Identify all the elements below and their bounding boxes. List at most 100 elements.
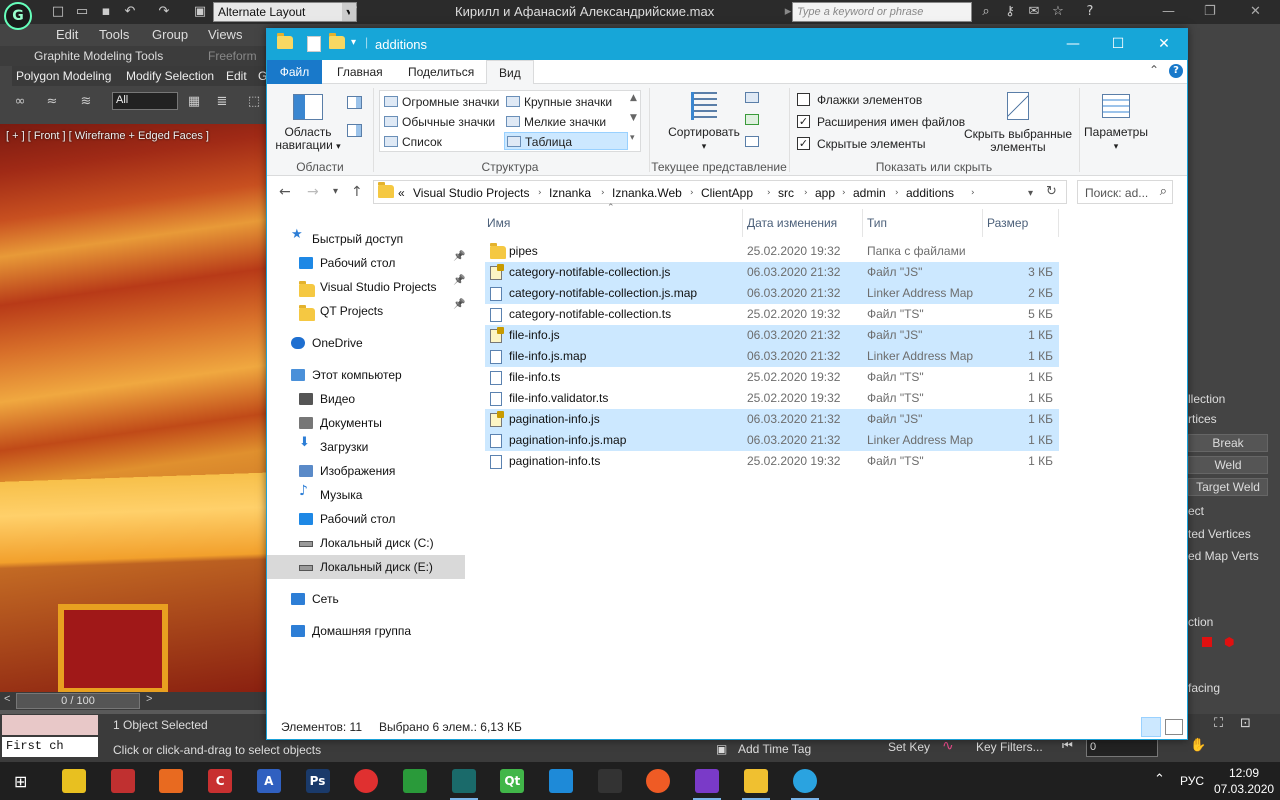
key-icon[interactable]: ⚷ (1002, 4, 1018, 20)
selection-region-icon[interactable]: ⬚ (246, 94, 262, 110)
nav-item[interactable]: Локальный диск (C:) (267, 531, 465, 555)
3dsmax-logo-icon[interactable]: G (4, 2, 32, 30)
layout-medium-icons[interactable]: Обычные значки (382, 113, 502, 131)
front-viewport[interactable] (0, 124, 266, 692)
nav-item[interactable]: Домашняя группа (267, 619, 465, 643)
undo-icon[interactable]: ↶ (122, 4, 138, 20)
large-icons-view-icon[interactable] (1165, 719, 1183, 735)
menu-views[interactable]: Views (208, 27, 242, 42)
maximize-icon[interactable]: ☐ (1103, 34, 1133, 54)
path-chevron-icon[interactable]: › (895, 188, 899, 198)
file-row[interactable]: pagination-info.js.map 06.03.2020 21:32 Li… (485, 430, 1059, 451)
pin-icon[interactable]: 📌 (453, 299, 465, 310)
workspace-dropdown[interactable]: Alternate Layout ▼ (213, 2, 357, 22)
zoom-region-icon[interactable]: ⊡ (1240, 716, 1251, 731)
set-key-button[interactable]: Set Key (888, 740, 930, 754)
pin-icon[interactable]: 📌 (453, 251, 465, 262)
nav-item[interactable]: QT Projects 📌 (267, 299, 465, 323)
back-arrow-icon[interactable]: ← (279, 184, 291, 200)
properties-icon[interactable] (307, 36, 321, 52)
nav-item[interactable]: Этот компьютер (267, 363, 465, 387)
menu-tools[interactable]: Tools (99, 27, 129, 42)
zoom-extents-icon[interactable]: ⛶ (1214, 716, 1223, 731)
address-dropdown-icon[interactable]: ▾ (1028, 188, 1033, 199)
panel-edit[interactable]: Edit (226, 69, 247, 83)
weld-button[interactable]: Weld (1188, 456, 1268, 474)
panel-modify-selection[interactable]: Modify Selection (126, 69, 214, 83)
windows-start-icon[interactable]: ⊞ (14, 772, 27, 791)
time-tag-icon[interactable]: ▣ (716, 742, 727, 756)
column-header-size[interactable]: Размер (983, 209, 1059, 237)
path-chevron-icon[interactable]: › (538, 188, 542, 198)
menu-group[interactable]: Group (152, 27, 188, 42)
nav-item[interactable]: ★ Быстрый доступ (267, 227, 465, 251)
path-chevron-icon[interactable]: › (767, 188, 771, 198)
3dsmax-app-icon[interactable] (444, 767, 484, 800)
nav-item[interactable]: Изображения (267, 459, 465, 483)
recent-locations-icon[interactable]: ▾ (333, 186, 338, 197)
link-icon[interactable]: ∞ (12, 94, 28, 110)
path-chevron-icon[interactable]: › (804, 188, 808, 198)
column-header-name[interactable]: Имя (483, 209, 743, 237)
nav-item[interactable]: Рабочий стол 📌 (267, 251, 465, 275)
red-cube-icon[interactable]: ⬢ (1224, 635, 1234, 649)
redo-icon[interactable]: ↷ (156, 4, 172, 20)
unlink-icon[interactable]: ≈ (44, 94, 60, 110)
preview-pane-icon[interactable] (347, 96, 362, 109)
minimize-icon[interactable]: — (1162, 4, 1175, 19)
save-icon[interactable]: ▪ (98, 4, 114, 20)
tab-file[interactable]: Файл (267, 60, 322, 84)
navigation-pane-button[interactable]: Область навигации ▾ (275, 90, 341, 152)
file-row[interactable]: file-info.ts 25.02.2020 19:32 Файл "TS" 1 К… (485, 367, 1059, 388)
group-by-icon[interactable] (745, 92, 759, 103)
screen-app-icon[interactable] (103, 767, 143, 797)
path-chevron-icon[interactable]: › (601, 188, 605, 198)
tab-graphite-modeling-tools[interactable]: Graphite Modeling Tools (34, 49, 163, 63)
file-row[interactable]: category-notifable-collection.js 06.03.20… (485, 262, 1059, 283)
up-arrow-icon[interactable]: ↑ (351, 184, 363, 200)
nav-item[interactable]: ⬇ Загрузки (267, 435, 465, 459)
key-mode-icon[interactable]: ∿ (942, 738, 954, 754)
gallery-scroll-down-icon[interactable]: ▼ (630, 113, 637, 123)
minimize-icon[interactable]: — (1058, 34, 1088, 54)
viewport-label[interactable]: [ + ] [ Front ] [ Wireframe + Edged Face… (6, 130, 209, 142)
maxscript-input[interactable]: First ch (2, 737, 98, 757)
help-icon[interactable]: ? (1082, 4, 1098, 20)
dropdown-arrow-icon[interactable]: ▼ (344, 4, 360, 20)
rollout-section[interactable]: ction (1188, 615, 1213, 629)
nav-item[interactable]: Локальный диск (E:) (267, 555, 465, 579)
binoculars-icon[interactable]: ⌕ (978, 4, 994, 20)
layout-details[interactable]: Таблица (504, 132, 628, 150)
panel-polygon-modeling[interactable]: Polygon Modeling (16, 69, 111, 83)
path-segment[interactable]: Iznanka.Web (612, 186, 682, 200)
path-segment[interactable]: Iznanka (549, 186, 591, 200)
layout-large-icons[interactable]: Крупные значки (504, 93, 628, 111)
bind-spacewarp-icon[interactable]: ≋ (78, 94, 94, 110)
gallery-scroll-up-icon[interactable]: ▲ (630, 93, 637, 103)
prev-frame-icon[interactable]: < (4, 693, 10, 705)
rollout-surfacing[interactable]: facing (1188, 681, 1220, 695)
select-by-name-icon[interactable]: ≣ (214, 94, 230, 110)
postman-app-icon[interactable] (638, 767, 678, 797)
options-button[interactable]: Параметры ▾ (1081, 90, 1151, 152)
selected-map-verts-button[interactable]: ed Map Verts (1188, 549, 1259, 563)
layout-small-icons[interactable]: Мелкие значки (504, 113, 628, 131)
forward-arrow-icon[interactable]: → (307, 184, 319, 200)
sort-by-button[interactable]: Сортировать ▾ (665, 90, 743, 152)
address-path[interactable]: « Visual Studio Projects › Iznanka › Izn… (373, 180, 1067, 204)
file-row[interactable]: pagination-info.js 06.03.2020 21:32 Файл "… (485, 409, 1059, 430)
path-chevron-icon[interactable]: › (971, 188, 975, 198)
rollout-vertices[interactable]: rtices (1188, 412, 1217, 426)
show-hidden-icons-icon[interactable]: ⌃ (1154, 772, 1165, 787)
help-icon[interactable]: ? (1169, 64, 1183, 78)
new-folder-icon[interactable] (329, 33, 345, 52)
break-button[interactable]: Break (1188, 434, 1268, 452)
file-row[interactable]: pagination-info.ts 25.02.2020 19:32 Файл "… (485, 451, 1059, 472)
input-language[interactable]: РУС (1180, 774, 1204, 788)
tab-view[interactable]: Вид (486, 60, 534, 85)
new-file-icon[interactable]: □ (50, 4, 66, 20)
path-overflow[interactable]: « (398, 186, 405, 200)
file-row[interactable]: category-notifable-collection.ts 25.02.20… (485, 304, 1059, 325)
path-segment[interactable]: src (778, 186, 794, 200)
maxscript-listener[interactable] (2, 715, 98, 735)
